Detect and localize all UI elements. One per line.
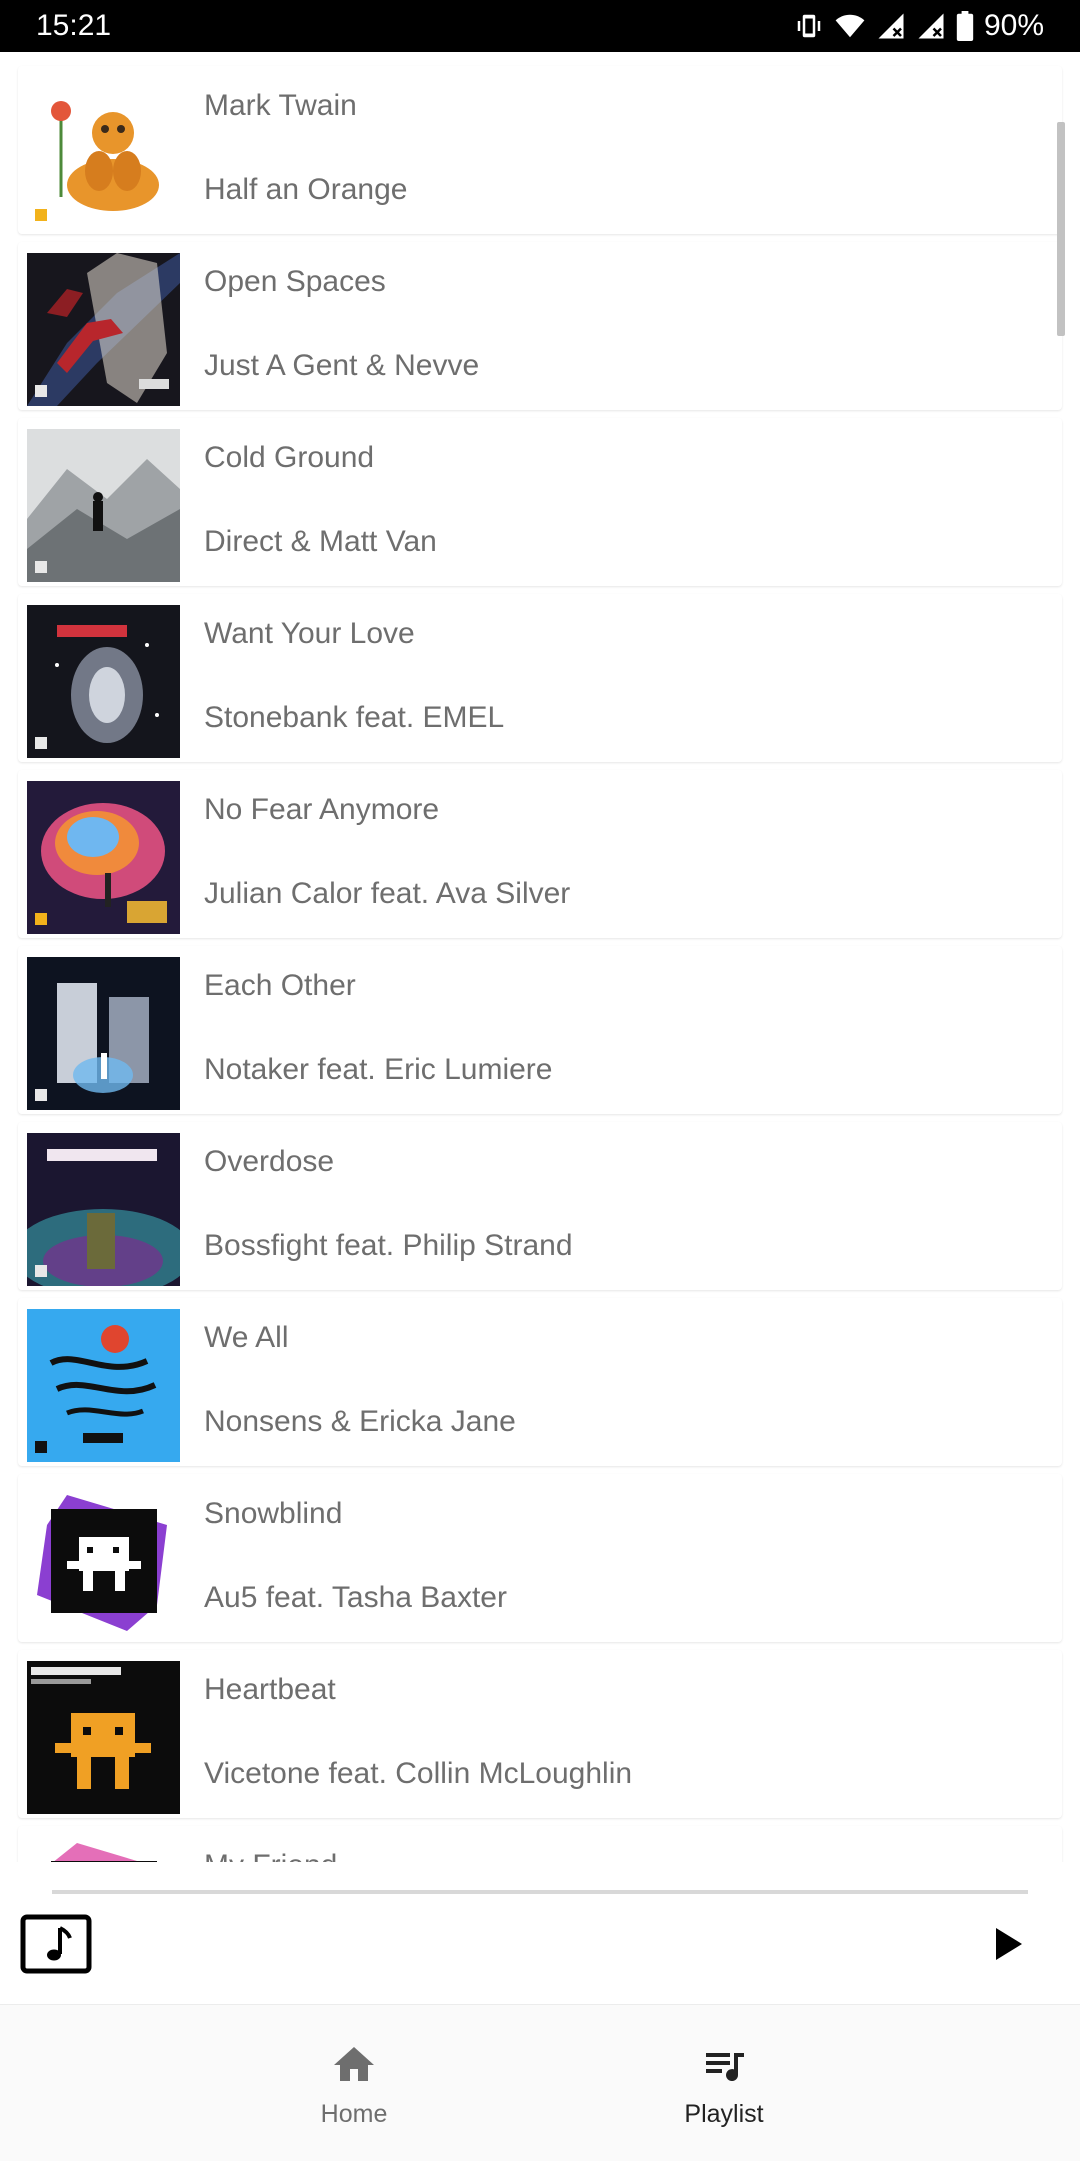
mini-player (0, 1862, 1080, 2004)
album-cover (27, 1485, 180, 1638)
track-item[interactable]: Heartbeat Vicetone feat. Collin McLoughl… (18, 1650, 1062, 1818)
track-artist: Half an Orange (204, 173, 408, 206)
album-cover (27, 605, 180, 758)
nav-item-playlist[interactable]: Playlist (574, 2005, 874, 2161)
album-cover (27, 1309, 180, 1462)
track-title: Open Spaces (204, 265, 386, 298)
battery-percent: 90% (983, 9, 1044, 42)
play-icon[interactable] (988, 1924, 1028, 1964)
track-title: Cold Ground (204, 441, 375, 474)
nav-label-home: Home (320, 2100, 388, 2128)
track-item[interactable]: My Friend (18, 1826, 1062, 1862)
track-item[interactable]: Overdose Bossfight feat. Philip Strand (18, 1122, 1062, 1290)
track-artist: Notaker feat. Eric Lumiere (204, 1053, 553, 1086)
album-cover (27, 253, 180, 406)
album-cover (27, 781, 180, 934)
track-title: Each Other (204, 969, 356, 1002)
music-note-icon[interactable] (20, 1914, 92, 1974)
status-bar: 15:21 90% (0, 0, 1080, 52)
track-artist: Stonebank feat. EMEL (204, 701, 505, 734)
track-artist: Nonsens & Ericka Jane (204, 1405, 516, 1438)
track-item[interactable]: Cold Ground Direct & Matt Van (18, 418, 1062, 586)
status-time: 15:21 (36, 9, 112, 42)
wifi-icon (834, 11, 866, 41)
album-cover (27, 1661, 180, 1814)
scrollbar[interactable] (1057, 122, 1065, 336)
home-icon (330, 2041, 378, 2089)
track-title: My Friend (204, 1848, 337, 1862)
nav-item-home[interactable]: Home (204, 2005, 504, 2161)
track-artist: Bossfight feat. Philip Strand (204, 1229, 573, 1262)
playlist-icon (700, 2041, 748, 2089)
track-title: Heartbeat (204, 1673, 336, 1706)
track-list[interactable]: Mark Twain Half an Orange Open Spaces Ju… (0, 52, 1080, 1862)
track-artist: Just A Gent & Nevve (204, 349, 480, 382)
track-item[interactable]: Snowblind Au5 feat. Tasha Baxter (18, 1474, 1062, 1642)
track-item[interactable]: Each Other Notaker feat. Eric Lumiere (18, 946, 1062, 1114)
track-title: Want Your Love (204, 617, 415, 650)
signal-icon (916, 11, 946, 41)
album-cover (27, 1133, 180, 1286)
nav-label-playlist: Playlist (684, 2100, 764, 2128)
progress-bar[interactable] (52, 1890, 1028, 1894)
track-artist: Direct & Matt Van (204, 525, 437, 558)
track-item[interactable]: No Fear Anymore Julian Calor feat. Ava S… (18, 770, 1062, 938)
track-title: We All (204, 1321, 289, 1354)
track-item[interactable]: We All Nonsens & Ericka Jane (18, 1298, 1062, 1466)
album-cover (27, 77, 180, 230)
track-title: No Fear Anymore (204, 793, 440, 826)
battery-icon (956, 11, 974, 41)
track-title: Snowblind (204, 1497, 343, 1530)
bottom-navigation: Home Playlist (0, 2004, 1080, 2161)
status-icons: 90% (794, 8, 1044, 44)
album-cover (27, 429, 180, 582)
track-artist: Julian Calor feat. Ava Silver (204, 877, 571, 910)
track-artist: Au5 feat. Tasha Baxter (204, 1581, 507, 1614)
album-cover (27, 957, 180, 1110)
signal-icon (876, 11, 906, 41)
track-artist: Vicetone feat. Collin McLoughlin (204, 1757, 633, 1790)
track-item[interactable]: Mark Twain Half an Orange (18, 66, 1062, 234)
track-item[interactable]: Open Spaces Just A Gent & Nevve (18, 242, 1062, 410)
track-title: Overdose (204, 1145, 335, 1178)
track-title: Mark Twain (204, 89, 357, 122)
album-cover (27, 1837, 180, 1862)
vibrate-icon (794, 11, 824, 41)
track-item[interactable]: Want Your Love Stonebank feat. EMEL (18, 594, 1062, 762)
